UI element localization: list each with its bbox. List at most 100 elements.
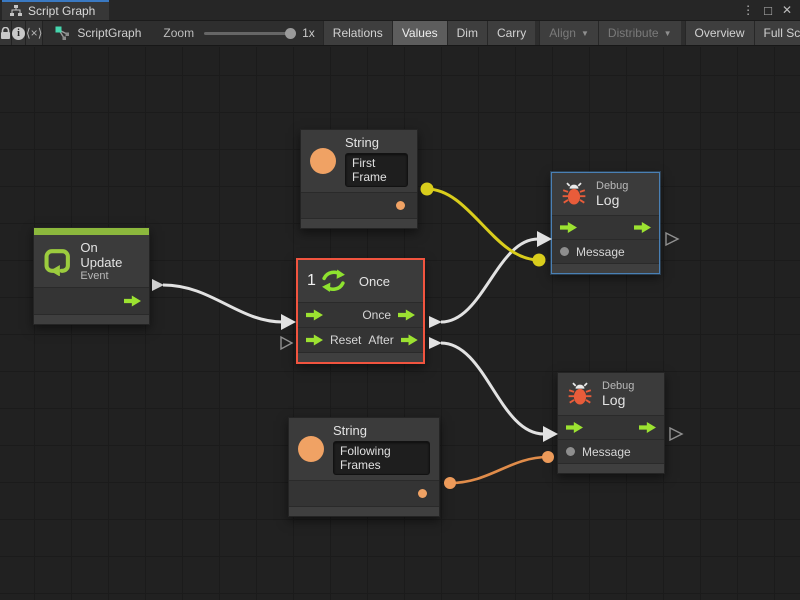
node-footer xyxy=(558,464,664,473)
string-type-icon xyxy=(298,436,324,462)
node-debug-log-top[interactable]: Debug Log Message xyxy=(551,172,660,274)
port-row: Once xyxy=(298,303,423,328)
string-output-port[interactable] xyxy=(396,201,405,210)
script-graph-window: Script Graph ⋮ □ ✕ i ⟨×⟩ xyxy=(0,0,800,600)
window-controls: ⋮ □ ✕ xyxy=(742,0,800,20)
wire-string1-to-message[interactable] xyxy=(427,189,539,260)
graph-toolbar: i ⟨×⟩ ScriptGraph Zoom 1x Relations Valu… xyxy=(0,20,800,46)
control-input-port[interactable] xyxy=(306,309,323,321)
zoom-slider[interactable] xyxy=(204,32,292,35)
graph-canvas[interactable]: String First Frame xyxy=(0,47,800,600)
event-accent-bar xyxy=(34,228,149,235)
lock-button[interactable] xyxy=(0,21,12,45)
node-title: Log xyxy=(602,392,625,408)
zoom-control: Zoom 1x xyxy=(155,21,322,45)
after-output-port[interactable] xyxy=(401,334,418,346)
message-input-port[interactable] xyxy=(566,447,575,456)
message-port-label: Message xyxy=(576,245,625,259)
string-output-port[interactable] xyxy=(418,489,427,498)
node-title: String xyxy=(333,423,367,438)
control-output-port[interactable] xyxy=(634,222,651,234)
node-on-update-event[interactable]: On Update Event xyxy=(33,227,150,325)
bug-icon xyxy=(561,181,587,207)
node-header: String Following Frames xyxy=(289,418,439,481)
maximize-icon[interactable]: □ xyxy=(764,4,772,17)
once-output-label: Once xyxy=(362,308,391,322)
info-button[interactable]: i xyxy=(12,21,26,45)
node-once-selected[interactable]: 1 Once Once Reset xyxy=(296,258,425,364)
zoom-value: 1x xyxy=(302,26,315,40)
after-output-label: After xyxy=(368,333,393,347)
edit-code-button[interactable]: ⟨×⟩ xyxy=(26,21,43,45)
graph-hierarchy-icon xyxy=(10,5,22,17)
string-value-input[interactable]: Following Frames xyxy=(333,441,430,475)
window-menu-icon[interactable]: ⋮ xyxy=(742,4,754,16)
string-value-input[interactable]: First Frame xyxy=(345,153,408,187)
on-update-loop-icon xyxy=(43,246,71,276)
graph-name-label: ScriptGraph xyxy=(77,26,141,40)
dim-button[interactable]: Dim xyxy=(447,21,487,45)
message-input-port[interactable] xyxy=(560,247,569,256)
node-category: Debug xyxy=(596,180,628,192)
graph-breadcrumb[interactable]: ScriptGraph xyxy=(43,21,155,45)
relations-button[interactable]: Relations xyxy=(323,21,392,45)
node-header: Debug Log xyxy=(558,373,664,416)
reset-input-label: Reset xyxy=(330,333,361,347)
control-input-port[interactable] xyxy=(566,422,583,434)
once-counter: 1 xyxy=(307,272,316,290)
control-input-port[interactable] xyxy=(560,222,577,234)
port-row xyxy=(301,193,417,219)
node-title: String xyxy=(345,135,379,150)
align-dropdown[interactable]: Align ▼ xyxy=(539,21,598,45)
wire-start-triangle xyxy=(429,316,442,328)
node-title: Once xyxy=(359,274,390,289)
wire-on-update-to-once[interactable] xyxy=(163,285,283,322)
port-row xyxy=(558,416,664,440)
tab-title: Script Graph xyxy=(28,4,95,18)
port-row xyxy=(289,481,439,507)
node-string-following-frames[interactable]: String Following Frames xyxy=(288,417,440,517)
control-output-port[interactable] xyxy=(639,422,656,434)
node-string-first-frame[interactable]: String First Frame xyxy=(300,129,418,229)
full-screen-button[interactable]: Full Screen xyxy=(754,21,800,45)
wire-string2-to-message[interactable] xyxy=(450,457,548,483)
once-output-port[interactable] xyxy=(398,309,415,321)
node-footer xyxy=(298,353,423,362)
zoom-label: Zoom xyxy=(163,26,194,40)
zoom-slider-handle[interactable] xyxy=(285,28,296,39)
node-header: 1 Once xyxy=(298,260,423,303)
toolbar-buttons: Relations Values Dim Carry Align ▼ Distr… xyxy=(323,21,800,45)
close-icon[interactable]: ✕ xyxy=(782,4,792,16)
carry-button[interactable]: Carry xyxy=(487,21,535,45)
control-output-port[interactable] xyxy=(124,295,141,307)
wire-arrowhead xyxy=(281,314,296,330)
bug-icon xyxy=(567,381,593,407)
port-row: Reset After xyxy=(298,328,423,353)
script-graph-icon xyxy=(55,26,70,40)
node-title: Log xyxy=(596,192,619,208)
node-footer xyxy=(34,315,149,324)
once-cycle-icon xyxy=(321,269,346,293)
node-header: Debug Log xyxy=(552,173,659,216)
node-debug-log-bottom[interactable]: Debug Log Message xyxy=(557,372,665,474)
node-subtitle: Event xyxy=(80,270,108,282)
chevron-down-icon: ▼ xyxy=(581,29,589,38)
wire-once-to-log-top[interactable] xyxy=(441,239,538,322)
message-port-label: Message xyxy=(582,445,631,459)
port-row xyxy=(552,216,659,240)
overview-button[interactable]: Overview xyxy=(685,21,754,45)
node-header: On Update Event xyxy=(34,235,149,288)
unconnected-output-triangle[interactable] xyxy=(670,428,682,440)
string-type-icon xyxy=(310,148,336,174)
unconnected-output-triangle[interactable] xyxy=(666,233,678,245)
reset-input-port[interactable] xyxy=(306,334,323,346)
node-footer xyxy=(301,219,417,228)
tab-script-graph[interactable]: Script Graph xyxy=(2,0,109,20)
values-button[interactable]: Values xyxy=(392,21,447,45)
distribute-dropdown[interactable]: Distribute ▼ xyxy=(598,21,681,45)
node-category: Debug xyxy=(602,380,634,392)
unconnected-reset-port-triangle[interactable] xyxy=(281,337,292,349)
wire-once-to-log-bottom[interactable] xyxy=(441,343,544,434)
wire-start-triangle xyxy=(429,337,442,349)
node-header: String First Frame xyxy=(301,130,417,193)
